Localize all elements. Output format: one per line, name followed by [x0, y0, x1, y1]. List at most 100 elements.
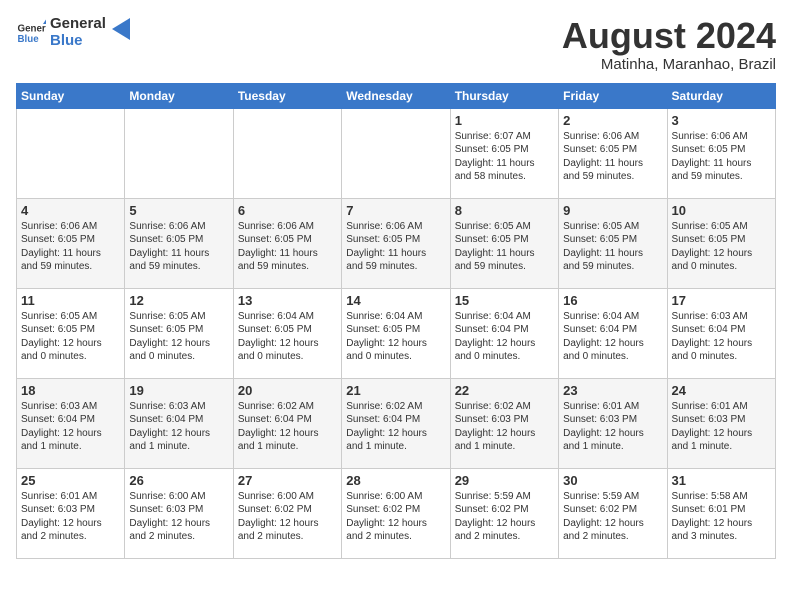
calendar-cell: 19 Sunrise: 6:03 AM Sunset: 6:04 PM Dayli…	[125, 378, 233, 468]
col-header-saturday: Saturday	[667, 83, 775, 108]
calendar-cell	[342, 108, 450, 198]
cell-info: Sunrise: 6:06 AM Sunset: 6:05 PM Dayligh…	[672, 130, 771, 184]
day-number: 14	[346, 293, 445, 308]
cell-info: Sunrise: 6:02 AM Sunset: 6:04 PM Dayligh…	[346, 400, 445, 454]
cell-info: Sunrise: 5:58 AM Sunset: 6:01 PM Dayligh…	[672, 490, 771, 544]
cell-info: Sunrise: 6:01 AM Sunset: 6:03 PM Dayligh…	[21, 490, 120, 544]
day-number: 28	[346, 473, 445, 488]
calendar-cell: 6Sunrise: 6:06 AM Sunset: 6:05 PM Daylig…	[233, 198, 341, 288]
calendar-cell: 21Sunrise: 6:02 AM Sunset: 6:04 PM Dayli…	[342, 378, 450, 468]
cell-info: Sunrise: 6:06 AM Sunset: 6:05 PM Dayligh…	[346, 220, 445, 274]
cell-info: Sunrise: 5:59 AM Sunset: 6:02 PM Dayligh…	[455, 490, 554, 544]
cell-info: Sunrise: 6:06 AM Sunset: 6:05 PM Dayligh…	[21, 220, 120, 274]
calendar-cell: 13 Sunrise: 6:04 AM Sunset: 6:05 PM Dayli…	[233, 288, 341, 378]
cell-info: Sunrise: 6:07 AM Sunset: 6:05 PM Dayligh…	[455, 130, 554, 184]
col-header-friday: Friday	[559, 83, 667, 108]
day-number: 8	[455, 203, 554, 218]
calendar-cell: 18 Sunrise: 6:03 AM Sunset: 6:04 PM Dayli…	[17, 378, 125, 468]
calendar-week-row: 4 Sunrise: 6:06 AM Sunset: 6:05 PM Daylig…	[17, 198, 776, 288]
page-header: General Blue General Blue August 2024 Ma…	[16, 16, 776, 73]
calendar-cell: 29Sunrise: 5:59 AM Sunset: 6:02 PM Dayli…	[450, 468, 558, 558]
cell-info: Sunrise: 6:00 AM Sunset: 6:02 PM Dayligh…	[346, 490, 445, 544]
calendar-cell: 31 Sunrise: 5:58 AM Sunset: 6:01 PM Dayli…	[667, 468, 775, 558]
day-number: 20	[238, 383, 337, 398]
day-number: 27	[238, 473, 337, 488]
calendar-table: SundayMondayTuesdayWednesdayThursdayFrid…	[16, 83, 776, 559]
col-header-wednesday: Wednesday	[342, 83, 450, 108]
calendar-week-row: 11Sunrise: 6:05 AM Sunset: 6:05 PM Dayli…	[17, 288, 776, 378]
cell-info: Sunrise: 6:04 AM Sunset: 6:04 PM Dayligh…	[455, 310, 554, 364]
day-number: 9	[563, 203, 662, 218]
calendar-cell: 14 Sunrise: 6:04 AM Sunset: 6:05 PM Dayli…	[342, 288, 450, 378]
day-number: 1	[455, 113, 554, 128]
day-number: 5	[129, 203, 228, 218]
cell-info: Sunrise: 6:03 AM Sunset: 6:04 PM Dayligh…	[21, 400, 120, 454]
cell-info: Sunrise: 6:00 AM Sunset: 6:02 PM Dayligh…	[238, 490, 337, 544]
day-number: 26	[129, 473, 228, 488]
day-number: 30	[563, 473, 662, 488]
calendar-cell: 27 Sunrise: 6:00 AM Sunset: 6:02 PM Dayli…	[233, 468, 341, 558]
calendar-cell: 23Sunrise: 6:01 AM Sunset: 6:03 PM Dayli…	[559, 378, 667, 468]
calendar-week-row: 25 Sunrise: 6:01 AM Sunset: 6:03 PM Dayli…	[17, 468, 776, 558]
logo-general: General	[50, 16, 106, 33]
day-number: 7	[346, 203, 445, 218]
cell-info: Sunrise: 6:05 AM Sunset: 6:05 PM Dayligh…	[455, 220, 554, 274]
cell-info: Sunrise: 6:06 AM Sunset: 6:05 PM Dayligh…	[238, 220, 337, 274]
svg-text:General: General	[18, 23, 47, 34]
calendar-cell: 22 Sunrise: 6:02 AM Sunset: 6:03 PM Dayli…	[450, 378, 558, 468]
logo-icon: General Blue	[16, 18, 46, 48]
day-number: 15	[455, 293, 554, 308]
day-number: 22	[455, 383, 554, 398]
calendar-cell: 9 Sunrise: 6:05 AM Sunset: 6:05 PM Daylig…	[559, 198, 667, 288]
cell-info: Sunrise: 6:05 AM Sunset: 6:05 PM Dayligh…	[563, 220, 662, 274]
calendar-cell: 15 Sunrise: 6:04 AM Sunset: 6:04 PM Dayli…	[450, 288, 558, 378]
day-number: 17	[672, 293, 771, 308]
calendar-cell	[17, 108, 125, 198]
month-year-title: August 2024	[562, 16, 776, 56]
calendar-cell: 25 Sunrise: 6:01 AM Sunset: 6:03 PM Dayli…	[17, 468, 125, 558]
calendar-cell: 17Sunrise: 6:03 AM Sunset: 6:04 PM Dayli…	[667, 288, 775, 378]
logo-arrow-icon	[112, 18, 130, 40]
cell-info: Sunrise: 6:04 AM Sunset: 6:04 PM Dayligh…	[563, 310, 662, 364]
cell-info: Sunrise: 6:06 AM Sunset: 6:05 PM Dayligh…	[563, 130, 662, 184]
calendar-cell: 28 Sunrise: 6:00 AM Sunset: 6:02 PM Dayli…	[342, 468, 450, 558]
cell-info: Sunrise: 6:01 AM Sunset: 6:03 PM Dayligh…	[672, 400, 771, 454]
col-header-sunday: Sunday	[17, 83, 125, 108]
logo-blue: Blue	[50, 33, 106, 50]
day-number: 18	[21, 383, 120, 398]
cell-info: Sunrise: 6:04 AM Sunset: 6:05 PM Dayligh…	[346, 310, 445, 364]
day-number: 2	[563, 113, 662, 128]
day-number: 25	[21, 473, 120, 488]
day-number: 23	[563, 383, 662, 398]
calendar-cell: 2 Sunrise: 6:06 AM Sunset: 6:05 PM Daylig…	[559, 108, 667, 198]
day-number: 11	[21, 293, 120, 308]
calendar-cell: 12Sunrise: 6:05 AM Sunset: 6:05 PM Dayli…	[125, 288, 233, 378]
calendar-cell: 20Sunrise: 6:02 AM Sunset: 6:04 PM Dayli…	[233, 378, 341, 468]
calendar-cell: 16 Sunrise: 6:04 AM Sunset: 6:04 PM Dayli…	[559, 288, 667, 378]
cell-info: Sunrise: 6:03 AM Sunset: 6:04 PM Dayligh…	[129, 400, 228, 454]
day-number: 12	[129, 293, 228, 308]
calendar-week-row: 18 Sunrise: 6:03 AM Sunset: 6:04 PM Dayli…	[17, 378, 776, 468]
calendar-cell: 7 Sunrise: 6:06 AM Sunset: 6:05 PM Daylig…	[342, 198, 450, 288]
calendar-cell: 10Sunrise: 6:05 AM Sunset: 6:05 PM Dayli…	[667, 198, 775, 288]
calendar-cell: 3Sunrise: 6:06 AM Sunset: 6:05 PM Daylig…	[667, 108, 775, 198]
cell-info: Sunrise: 6:02 AM Sunset: 6:03 PM Dayligh…	[455, 400, 554, 454]
cell-info: Sunrise: 6:06 AM Sunset: 6:05 PM Dayligh…	[129, 220, 228, 274]
calendar-cell: 24Sunrise: 6:01 AM Sunset: 6:03 PM Dayli…	[667, 378, 775, 468]
col-header-tuesday: Tuesday	[233, 83, 341, 108]
day-number: 16	[563, 293, 662, 308]
cell-info: Sunrise: 6:04 AM Sunset: 6:05 PM Dayligh…	[238, 310, 337, 364]
cell-info: Sunrise: 6:00 AM Sunset: 6:03 PM Dayligh…	[129, 490, 228, 544]
day-number: 31	[672, 473, 771, 488]
day-number: 13	[238, 293, 337, 308]
calendar-cell: 8 Sunrise: 6:05 AM Sunset: 6:05 PM Daylig…	[450, 198, 558, 288]
calendar-cell: 30Sunrise: 5:59 AM Sunset: 6:02 PM Dayli…	[559, 468, 667, 558]
day-number: 4	[21, 203, 120, 218]
day-number: 19	[129, 383, 228, 398]
title-block: August 2024 Matinha, Maranhao, Brazil	[562, 16, 776, 73]
calendar-cell: 26 Sunrise: 6:00 AM Sunset: 6:03 PM Dayli…	[125, 468, 233, 558]
svg-text:Blue: Blue	[18, 34, 40, 45]
calendar-cell: 11Sunrise: 6:05 AM Sunset: 6:05 PM Dayli…	[17, 288, 125, 378]
calendar-cell	[125, 108, 233, 198]
col-header-thursday: Thursday	[450, 83, 558, 108]
